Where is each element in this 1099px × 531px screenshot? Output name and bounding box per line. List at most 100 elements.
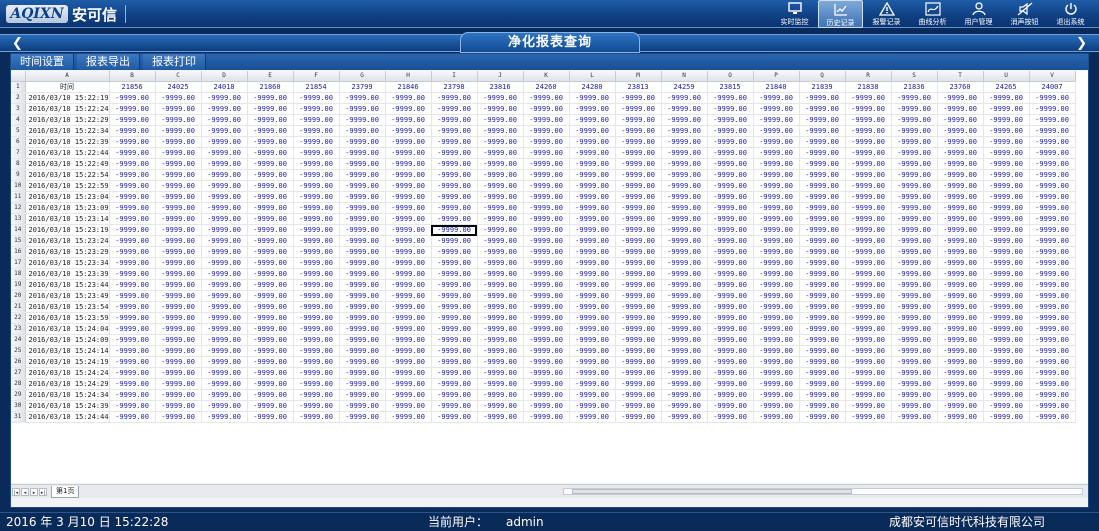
value-cell[interactable]: -9999.00 [477, 257, 524, 269]
time-cell[interactable]: 2016/03/10 15:24:44 [25, 411, 110, 423]
value-cell[interactable]: -9999.00 [385, 191, 432, 203]
sensor-id-cell[interactable]: 21839 [799, 81, 846, 93]
value-cell[interactable]: -9999.00 [109, 323, 156, 335]
time-cell[interactable]: 2016/03/10 15:23:24 [25, 235, 110, 247]
value-cell[interactable]: -9999.00 [891, 147, 938, 159]
value-cell[interactable]: -9999.00 [569, 301, 616, 313]
value-cell[interactable]: -9999.00 [845, 268, 892, 280]
row-header[interactable]: 20 [11, 290, 26, 302]
value-cell[interactable]: -9999.00 [155, 224, 202, 236]
value-cell[interactable]: -9999.00 [385, 158, 432, 170]
value-cell[interactable]: -9999.00 [937, 158, 984, 170]
sensor-id-cell[interactable]: 23813 [615, 81, 662, 93]
value-cell[interactable]: -9999.00 [385, 202, 432, 214]
value-cell[interactable]: -9999.00 [937, 279, 984, 291]
value-cell[interactable]: -9999.00 [339, 125, 386, 137]
value-cell[interactable]: -9999.00 [1029, 92, 1076, 104]
value-cell[interactable]: -9999.00 [983, 356, 1030, 368]
value-cell[interactable]: -9999.00 [523, 312, 570, 324]
value-cell[interactable]: -9999.00 [385, 345, 432, 357]
value-cell[interactable]: -9999.00 [201, 125, 248, 137]
value-cell[interactable]: -9999.00 [201, 224, 248, 236]
value-cell[interactable]: -9999.00 [339, 136, 386, 148]
value-cell[interactable]: -9999.00 [615, 125, 662, 137]
value-cell[interactable]: -9999.00 [983, 323, 1030, 335]
value-cell[interactable]: -9999.00 [293, 356, 340, 368]
value-cell[interactable]: -9999.00 [109, 180, 156, 192]
value-cell[interactable]: -9999.00 [339, 103, 386, 115]
value-cell[interactable]: -9999.00 [1029, 290, 1076, 302]
value-cell[interactable]: -9999.00 [753, 213, 800, 225]
column-header[interactable]: I [431, 71, 478, 82]
time-cell[interactable]: 2016/03/10 15:24:14 [25, 345, 110, 357]
value-cell[interactable]: -9999.00 [201, 290, 248, 302]
sensor-id-cell[interactable]: 23815 [707, 81, 754, 93]
column-header[interactable]: V [1029, 71, 1076, 82]
value-cell[interactable]: -9999.00 [247, 367, 294, 379]
value-cell[interactable]: -9999.00 [293, 334, 340, 346]
value-cell[interactable]: -9999.00 [661, 378, 708, 390]
value-cell[interactable]: -9999.00 [477, 389, 524, 401]
value-cell[interactable]: -9999.00 [1029, 180, 1076, 192]
value-cell[interactable]: -9999.00 [707, 125, 754, 137]
value-cell[interactable]: -9999.00 [247, 301, 294, 313]
value-cell[interactable]: -9999.00 [431, 389, 478, 401]
value-cell[interactable]: -9999.00 [799, 246, 846, 258]
column-header[interactable]: U [983, 71, 1030, 82]
value-cell[interactable]: -9999.00 [891, 114, 938, 126]
value-cell[interactable]: -9999.00 [983, 290, 1030, 302]
value-cell[interactable]: -9999.00 [523, 290, 570, 302]
value-cell[interactable]: -9999.00 [615, 246, 662, 258]
value-cell[interactable]: -9999.00 [661, 114, 708, 126]
value-cell[interactable]: -9999.00 [707, 356, 754, 368]
value-cell[interactable]: -9999.00 [247, 158, 294, 170]
value-cell[interactable]: -9999.00 [569, 147, 616, 159]
column-header[interactable]: T [937, 71, 984, 82]
row-header[interactable]: 23 [11, 323, 26, 335]
value-cell[interactable]: -9999.00 [569, 378, 616, 390]
value-cell[interactable]: -9999.00 [845, 345, 892, 357]
value-cell[interactable]: -9999.00 [983, 136, 1030, 148]
value-cell[interactable]: -9999.00 [937, 103, 984, 115]
value-cell[interactable]: -9999.00 [983, 213, 1030, 225]
value-cell[interactable]: -9999.00 [293, 378, 340, 390]
value-cell[interactable]: -9999.00 [845, 92, 892, 104]
value-cell[interactable]: -9999.00 [569, 114, 616, 126]
value-cell[interactable]: -9999.00 [799, 268, 846, 280]
value-cell[interactable]: -9999.00 [431, 224, 478, 236]
value-cell[interactable]: -9999.00 [1029, 246, 1076, 258]
time-cell[interactable]: 2016/03/10 15:22:59 [25, 180, 110, 192]
value-cell[interactable]: -9999.00 [937, 411, 984, 423]
value-cell[interactable]: -9999.00 [891, 367, 938, 379]
value-cell[interactable]: -9999.00 [523, 235, 570, 247]
value-cell[interactable]: -9999.00 [155, 345, 202, 357]
value-cell[interactable]: -9999.00 [845, 136, 892, 148]
value-cell[interactable]: -9999.00 [431, 202, 478, 214]
value-cell[interactable]: -9999.00 [707, 334, 754, 346]
value-cell[interactable]: -9999.00 [615, 411, 662, 423]
row-header[interactable]: 11 [11, 191, 26, 203]
value-cell[interactable]: -9999.00 [339, 213, 386, 225]
value-cell[interactable]: -9999.00 [661, 92, 708, 104]
value-cell[interactable]: -9999.00 [385, 224, 432, 236]
time-cell[interactable]: 2016/03/10 15:22:49 [25, 158, 110, 170]
value-cell[interactable]: -9999.00 [247, 279, 294, 291]
value-cell[interactable]: -9999.00 [845, 411, 892, 423]
value-cell[interactable]: -9999.00 [1029, 235, 1076, 247]
value-cell[interactable]: -9999.00 [569, 268, 616, 280]
value-cell[interactable]: -9999.00 [201, 334, 248, 346]
time-cell[interactable]: 2016/03/10 15:24:04 [25, 323, 110, 335]
value-cell[interactable]: -9999.00 [201, 279, 248, 291]
value-cell[interactable]: -9999.00 [615, 345, 662, 357]
value-cell[interactable]: -9999.00 [845, 367, 892, 379]
value-cell[interactable]: -9999.00 [891, 235, 938, 247]
value-cell[interactable]: -9999.00 [707, 136, 754, 148]
value-cell[interactable]: -9999.00 [615, 147, 662, 159]
value-cell[interactable]: -9999.00 [753, 389, 800, 401]
prev-sheet-button[interactable]: ◂ [21, 487, 29, 496]
value-cell[interactable]: -9999.00 [339, 356, 386, 368]
value-cell[interactable]: -9999.00 [569, 136, 616, 148]
value-cell[interactable]: -9999.00 [477, 400, 524, 412]
value-cell[interactable]: -9999.00 [799, 191, 846, 203]
value-cell[interactable]: -9999.00 [523, 158, 570, 170]
